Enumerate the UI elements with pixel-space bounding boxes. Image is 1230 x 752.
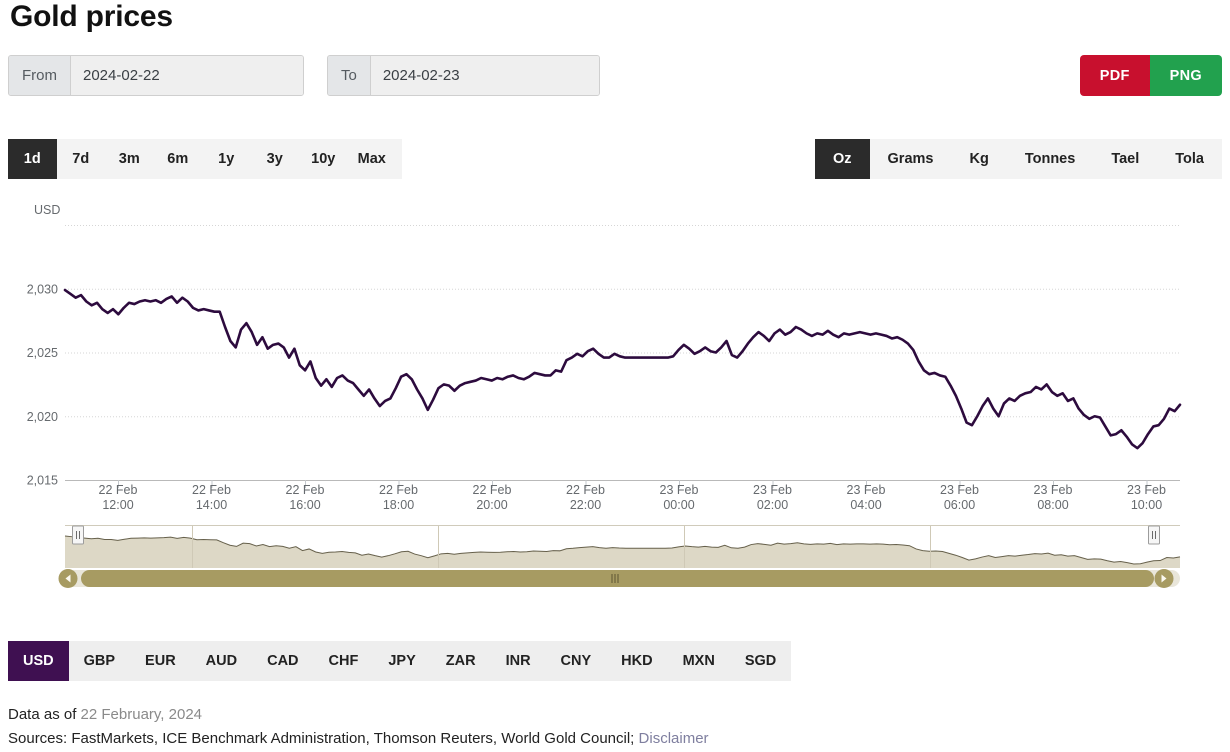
y-tick-label: 2,020: [27, 410, 58, 424]
currency-tab-chf[interactable]: CHF: [314, 641, 374, 681]
currency-tab-hkd[interactable]: HKD: [606, 641, 667, 681]
currency-tab-gbp[interactable]: GBP: [69, 641, 130, 681]
price-chart[interactable]: USD 2,015 2,020 2,025 2,030 22 Feb 12:00 22 Feb…: [8, 190, 1222, 602]
chart-canvas[interactable]: USD2,0152,0202,0252,03022 Feb12:0022 Feb…: [8, 190, 1222, 602]
from-date-group[interactable]: From 2024-02-22: [8, 55, 304, 96]
currency-tab-zar[interactable]: ZAR: [431, 641, 491, 681]
x-tick-label-date: 23 Feb: [1034, 483, 1073, 497]
navigator-area: [65, 536, 1180, 568]
x-tick-label-time: 06:00: [944, 498, 975, 512]
export-png-button[interactable]: PNG: [1149, 55, 1222, 96]
x-tick-label-date: 23 Feb: [753, 483, 792, 497]
currency-tab-jpy[interactable]: JPY: [373, 641, 430, 681]
x-tick-label-time: 16:00: [289, 498, 320, 512]
disclaimer-link[interactable]: Disclaimer: [639, 730, 709, 747]
unit-tab-tola[interactable]: Tola: [1157, 139, 1222, 179]
sources-line: Sources: FastMarkets, ICE Benchmark Admi…: [8, 727, 709, 751]
x-tick-label-time: 08:00: [1037, 498, 1068, 512]
currency-tab-inr[interactable]: INR: [491, 641, 546, 681]
unit-tab-oz[interactable]: Oz: [815, 139, 870, 179]
y-axis-unit-label: USD: [34, 203, 60, 217]
data-as-of-line: Data as of 22 February, 2024: [8, 703, 709, 727]
data-as-of-value: 22 February, 2024: [80, 706, 203, 723]
export-pdf-button[interactable]: PDF: [1079, 55, 1150, 96]
date-range-controls: From 2024-02-22 To 2024-02-23: [8, 55, 600, 96]
y-tick-label: 2,025: [27, 346, 58, 360]
footer: Data as of 22 February, 2024 Sources: Fa…: [8, 703, 709, 751]
currency-tab-mxn[interactable]: MXN: [668, 641, 730, 681]
x-tick-label-time: 02:00: [757, 498, 788, 512]
currency-tab-aud[interactable]: AUD: [191, 641, 252, 681]
x-tick-label-date: 22 Feb: [286, 483, 325, 497]
export-buttons: PDF PNG: [1079, 55, 1222, 96]
range-tabs: 1d 7d 3m 6m 1y 3y 10y Max: [8, 139, 402, 179]
from-label: From: [9, 56, 71, 95]
x-tick-label-date: 23 Feb: [1127, 483, 1166, 497]
to-date-group[interactable]: To 2024-02-23: [327, 55, 600, 96]
currency-tab-usd[interactable]: USD: [8, 641, 69, 681]
from-date-input[interactable]: 2024-02-22: [71, 56, 303, 95]
navigator-handle-right[interactable]: [1148, 525, 1160, 545]
sources-text: Sources: FastMarkets, ICE Benchmark Admi…: [8, 730, 639, 747]
range-tab-1d[interactable]: 1d: [8, 139, 57, 179]
range-tab-max[interactable]: Max: [348, 139, 397, 179]
x-tick-label-date: 23 Feb: [940, 483, 979, 497]
x-tick-label-date: 22 Feb: [473, 483, 512, 497]
unit-tab-tael[interactable]: Tael: [1093, 139, 1157, 179]
x-tick-label-time: 14:00: [196, 498, 227, 512]
unit-tab-kg[interactable]: Kg: [951, 139, 1006, 179]
unit-tab-grams[interactable]: Grams: [870, 139, 952, 179]
chart-navigator[interactable]: [58, 525, 1181, 589]
range-tab-10y[interactable]: 10y: [299, 139, 348, 179]
data-as-of-label: Data as of: [8, 706, 81, 723]
page-title: Gold prices: [10, 0, 173, 33]
currency-tab-cny[interactable]: CNY: [546, 641, 607, 681]
currency-tabs: USD GBP EUR AUD CAD CHF JPY ZAR INR CNY HKD MXN SGD: [8, 641, 792, 681]
x-tick-label-date: 23 Feb: [660, 483, 699, 497]
unit-tabs: Oz Grams Kg Tonnes Tael Tola: [815, 139, 1222, 179]
to-date-input[interactable]: 2024-02-23: [370, 56, 599, 95]
y-tick-label: 2,030: [27, 282, 58, 296]
x-tick-label-date: 22 Feb: [566, 483, 605, 497]
currency-tab-cad[interactable]: CAD: [252, 641, 313, 681]
range-tab-7d[interactable]: 7d: [57, 139, 106, 179]
gold-prices-page: Gold prices From 2024-02-22 To 2024-02-2…: [0, 0, 1230, 752]
x-tick-label-time: 20:00: [476, 498, 507, 512]
y-tick-label: 2,015: [27, 474, 58, 488]
range-tab-3y[interactable]: 3y: [251, 139, 300, 179]
range-tab-3m[interactable]: 3m: [105, 139, 154, 179]
x-tick-label-date: 23 Feb: [847, 483, 886, 497]
x-tick-label-time: 12:00: [102, 498, 133, 512]
range-tab-6m[interactable]: 6m: [154, 139, 203, 179]
price-line: [63, 288, 1182, 450]
to-label: To: [328, 56, 371, 95]
x-tick-label-time: 10:00: [1131, 498, 1162, 512]
x-tick-label-date: 22 Feb: [99, 483, 138, 497]
x-tick-label-time: 04:00: [850, 498, 881, 512]
x-tick-label-time: 22:00: [570, 498, 601, 512]
unit-tab-tonnes[interactable]: Tonnes: [1007, 139, 1093, 179]
x-tick-label-time: 18:00: [383, 498, 414, 512]
x-tick-label-date: 22 Feb: [379, 483, 418, 497]
x-tick-label-date: 22 Feb: [192, 483, 231, 497]
navigator-handle-left[interactable]: [72, 525, 84, 545]
currency-tab-eur[interactable]: EUR: [130, 641, 191, 681]
range-tab-1y[interactable]: 1y: [202, 139, 251, 179]
x-tick-label-time: 00:00: [663, 498, 694, 512]
currency-tab-sgd[interactable]: SGD: [730, 641, 791, 681]
